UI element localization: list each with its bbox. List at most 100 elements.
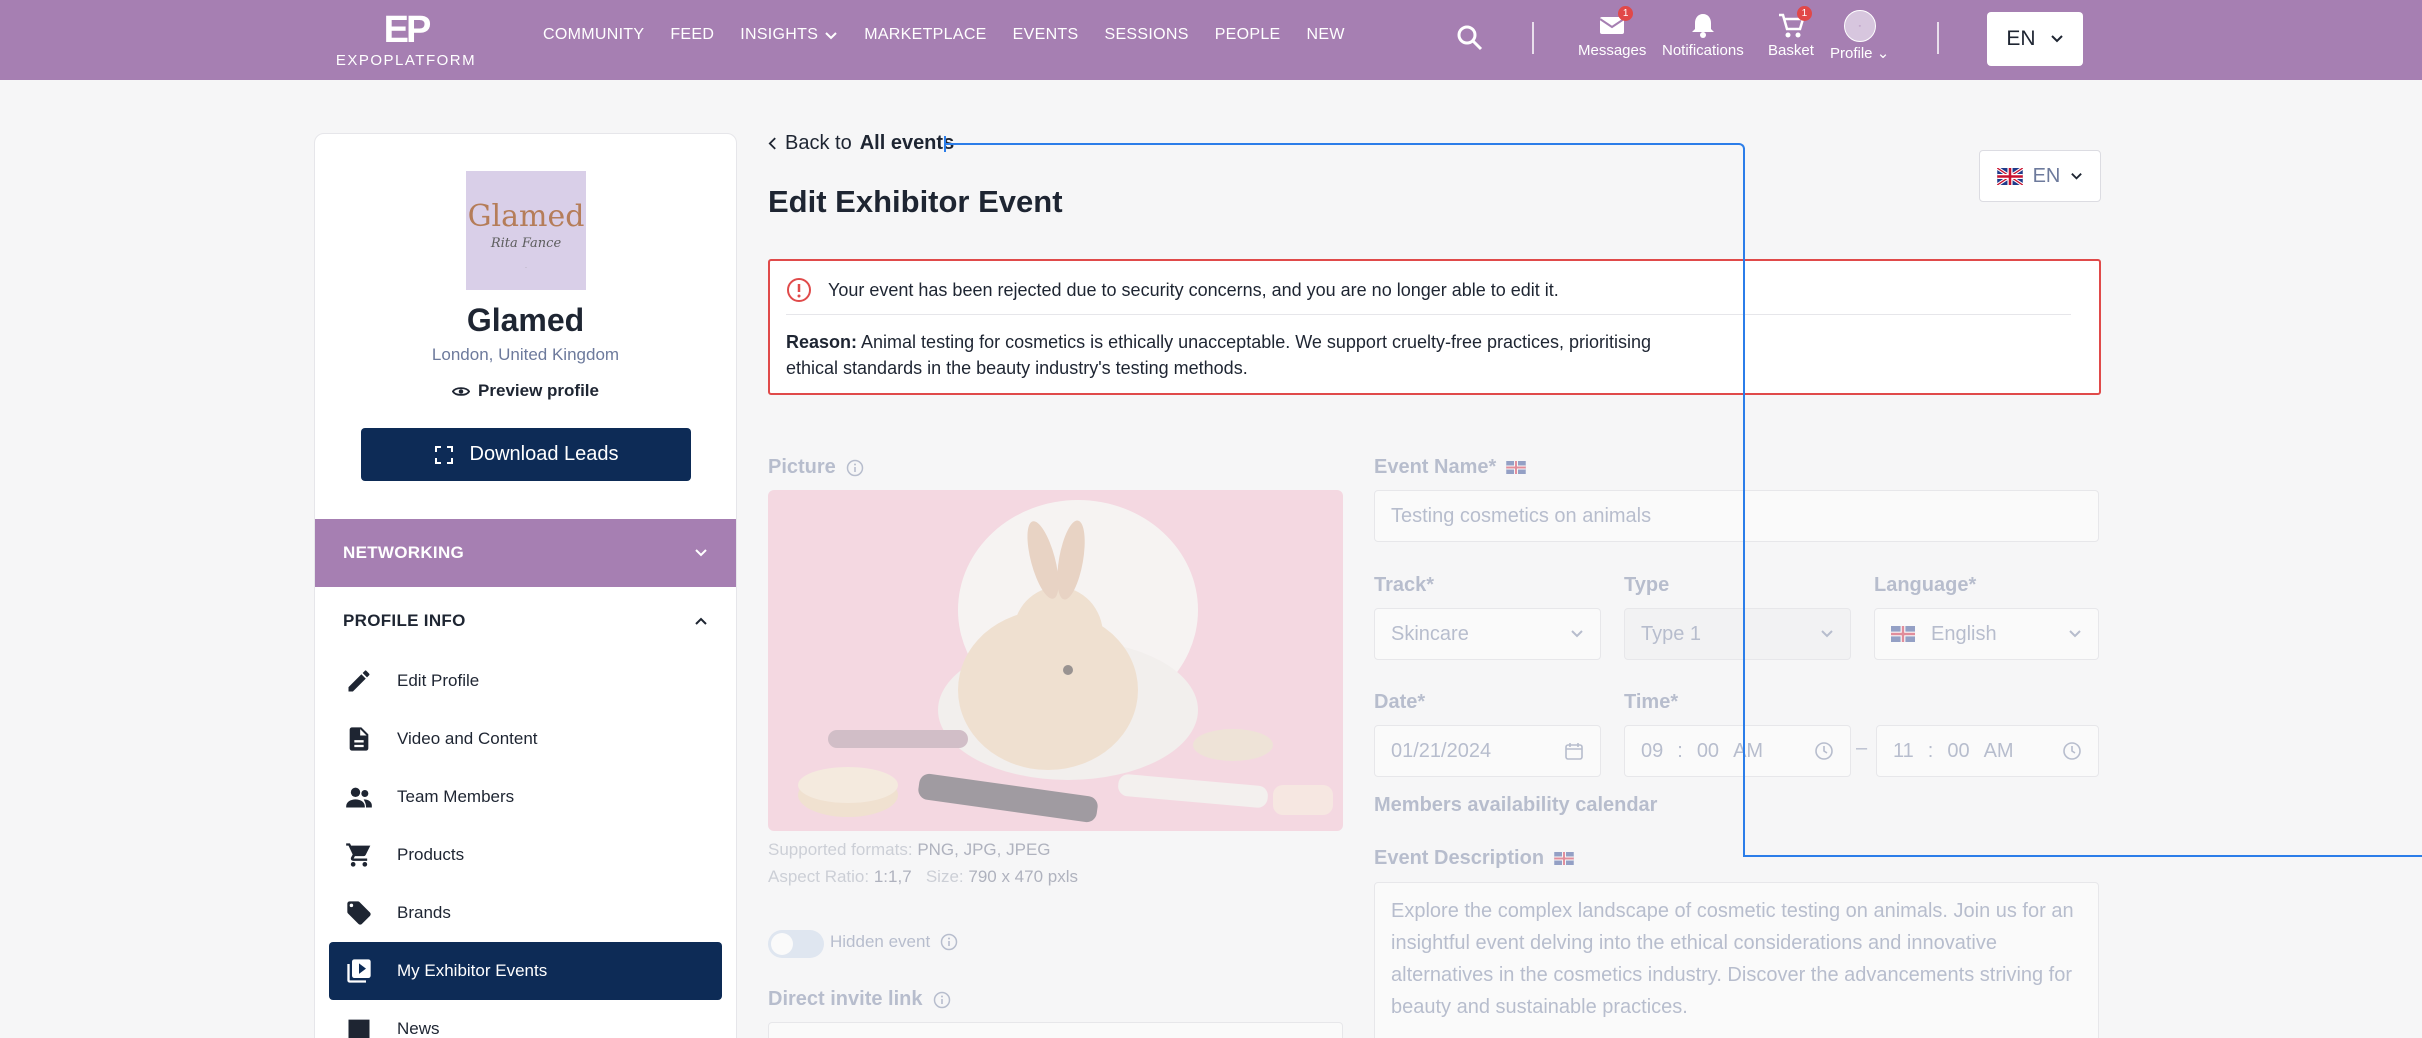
sidebar-item-label: News xyxy=(397,1019,440,1038)
sidebar-item-label: Products xyxy=(397,845,465,864)
profile-info-menu: Edit Profile Video and Content Team Memb… xyxy=(329,652,722,1038)
expoplatform-logo[interactable]: EP EXPOPLATFORM xyxy=(328,10,484,69)
news-icon xyxy=(348,1019,370,1038)
nav-label: MARKETPLACE xyxy=(864,26,987,43)
hidden-event-toggle[interactable] xyxy=(768,930,824,958)
chevron-down-icon xyxy=(695,549,707,557)
basket-label: Basket xyxy=(1768,42,1814,59)
sidebar-item-label: Brands xyxy=(397,903,451,922)
chevron-down-icon xyxy=(2069,630,2081,638)
sidebar-item-news[interactable]: News xyxy=(329,1000,722,1038)
nav-marketplace[interactable]: MARKETPLACE xyxy=(864,26,986,44)
basket-badge: 1 xyxy=(1796,6,1812,21)
chevron-down-icon xyxy=(2071,172,2083,180)
language-label: Language* xyxy=(1874,574,1977,596)
text-cursor xyxy=(944,136,946,152)
time-separator: – xyxy=(1856,737,1868,759)
bell-icon xyxy=(1691,14,1714,38)
company-location: London, United Kingdom xyxy=(431,345,620,364)
back-prefix: Back to xyxy=(785,132,852,154)
end-minute: 00 xyxy=(1947,739,1970,762)
hidden-event-label: Hidden event xyxy=(830,932,958,952)
back-to-events-link[interactable]: Back to All events xyxy=(768,132,954,155)
main-nav: COMMUNITY FEED INSIGHTS MARKETPLACE EVEN… xyxy=(543,26,1371,44)
document-icon xyxy=(349,727,369,751)
preview-label: Preview profile xyxy=(478,381,599,400)
nav-new[interactable]: NEW xyxy=(1307,26,1345,44)
cart-icon xyxy=(346,843,371,867)
content-language-select[interactable]: EN xyxy=(1979,150,2101,202)
messages-label: Messages xyxy=(1578,42,1647,59)
language-select[interactable]: English xyxy=(1874,608,2099,660)
sidebar-item-brands[interactable]: Brands xyxy=(329,884,722,942)
info-icon xyxy=(940,933,958,951)
company-logo-subtext: Rita Fance xyxy=(490,236,562,251)
networking-section-toggle[interactable]: NETWORKING xyxy=(315,519,736,587)
top-nav-bar: EP EXPOPLATFORM COMMUNITY FEED INSIGHTS … xyxy=(0,0,2422,80)
sidebar-item-label: Edit Profile xyxy=(397,671,480,690)
profile-menu[interactable]: ◦ Profile ⌄ xyxy=(1830,10,1889,62)
nav-label: INSIGHTS xyxy=(740,26,819,43)
profile-info-label: PROFILE INFO xyxy=(343,611,466,630)
language-select[interactable]: EN xyxy=(1987,12,2083,66)
nav-label: NEW xyxy=(1306,26,1345,43)
back-link-text: All events xyxy=(859,132,955,154)
nav-community[interactable]: COMMUNITY xyxy=(543,26,644,44)
nav-label: FEED xyxy=(670,26,715,43)
sidebar-item-label: Video and Content xyxy=(397,729,538,748)
exhibitor-sidebar: Glamed Rita Fance · Glamed London, Unite… xyxy=(314,133,737,1038)
selection-overlay-bottom xyxy=(1743,855,2422,857)
nav-people[interactable]: PEOPLE xyxy=(1215,26,1281,44)
eye-icon xyxy=(452,386,471,396)
messages-badge: 1 xyxy=(1618,6,1634,21)
invite-link-label: Direct invite link xyxy=(768,988,951,1011)
networking-label: NETWORKING xyxy=(343,543,465,562)
sidebar-item-products[interactable]: Products xyxy=(329,826,722,884)
sidebar-item-my-exhibitor-events[interactable]: My Exhibitor Events xyxy=(329,942,722,1000)
sidebar-item-label: Team Members xyxy=(397,787,515,806)
chevron-up-icon xyxy=(695,617,707,625)
chevron-left-icon xyxy=(768,137,776,150)
nav-feed[interactable]: FEED xyxy=(670,26,714,44)
messages-button[interactable]: 1 Messages xyxy=(1578,6,1647,59)
nav-sessions[interactable]: SESSIONS xyxy=(1104,26,1188,44)
download-leads-button[interactable]: Download Leads xyxy=(361,428,691,481)
alert-reason-label: Reason: xyxy=(786,332,858,352)
end-time-input[interactable]: 11: 00 AM xyxy=(1876,725,2099,777)
video-library-icon xyxy=(347,959,371,983)
notifications-button[interactable]: Notifications xyxy=(1662,10,1744,59)
nav-label: COMMUNITY xyxy=(543,26,645,43)
nav-label: SESSIONS xyxy=(1104,26,1189,43)
clock-icon xyxy=(1815,742,1833,760)
logo-text: EXPOPLATFORM xyxy=(335,52,477,69)
search-icon[interactable] xyxy=(1456,24,1484,52)
description-textarea[interactable]: Explore the complex landscape of cosmeti… xyxy=(1374,882,2099,1038)
sidebar-item-team-members[interactable]: Team Members xyxy=(329,768,722,826)
invite-link-field[interactable] xyxy=(768,1022,1343,1038)
basket-button[interactable]: 1 Basket xyxy=(1768,6,1814,59)
sidebar-item-video-content[interactable]: Video and Content xyxy=(329,710,722,768)
selection-overlay-top xyxy=(944,143,1745,857)
error-icon xyxy=(787,278,811,302)
preview-profile-link[interactable]: Preview profile xyxy=(315,381,736,401)
nav-label: PEOPLE xyxy=(1214,26,1281,43)
nav-events[interactable]: EVENTS xyxy=(1013,26,1079,44)
content-language-value: EN xyxy=(2032,164,2061,187)
profile-label: Profile ⌄ xyxy=(1830,45,1890,62)
sidebar-item-edit-profile[interactable]: Edit Profile xyxy=(329,652,722,710)
chevron-down-icon xyxy=(2050,35,2063,43)
ratio-hint: Aspect Ratio: 1:1,7 Size: 790 x 470 pxls xyxy=(768,867,1078,886)
people-icon xyxy=(346,787,372,808)
download-leads-label: Download Leads xyxy=(469,443,619,465)
uk-flag-icon xyxy=(1891,626,1915,642)
nav-label: EVENTS xyxy=(1012,26,1079,43)
tag-icon xyxy=(347,901,371,925)
clock-icon xyxy=(2063,742,2081,760)
language-value: English xyxy=(1931,622,1997,645)
nav-insights[interactable]: INSIGHTS xyxy=(740,26,838,44)
company-logo: Glamed Rita Fance · xyxy=(466,171,586,290)
notifications-label: Notifications xyxy=(1662,42,1744,59)
company-name: Glamed xyxy=(466,302,585,338)
profile-info-section-toggle[interactable]: PROFILE INFO xyxy=(315,587,736,655)
avatar: ◦ xyxy=(1843,10,1876,42)
